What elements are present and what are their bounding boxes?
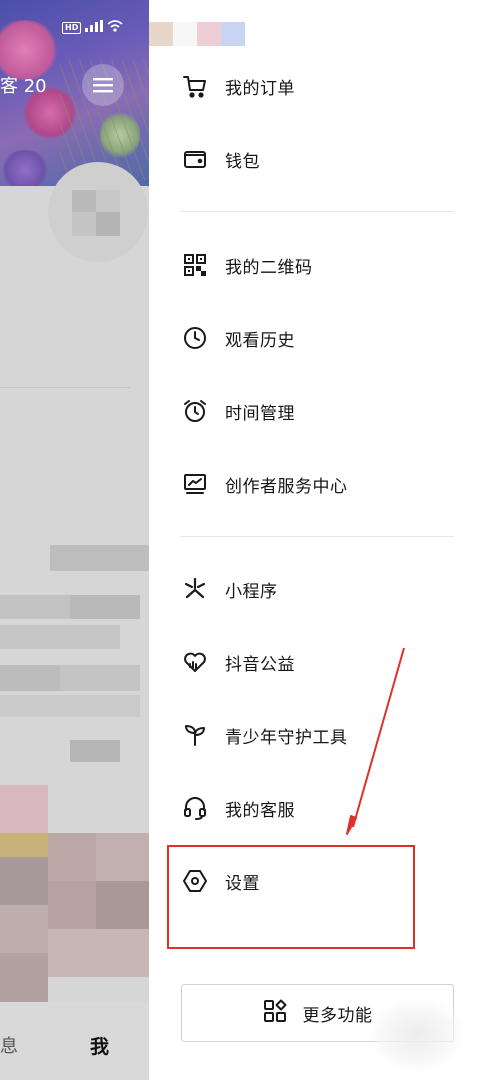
mini-program-icon: [181, 575, 209, 603]
pixelated-content-area: [0, 545, 150, 1005]
pixelated-block: [72, 190, 96, 212]
menu-item-label: 创作者服务中心: [225, 476, 348, 497]
menu-item-label: 观看历史: [225, 330, 295, 351]
menu-item-qr-code[interactable]: 我的二维码: [181, 245, 461, 285]
flower-decoration: [0, 20, 60, 80]
menu-item-label: 小程序: [225, 581, 278, 602]
pixelated-block: [72, 212, 96, 236]
signal-icon: [85, 20, 104, 35]
status-bar-pixelated: [149, 22, 245, 46]
charity-heart-icon: [181, 648, 209, 676]
menu-item-youth-protection[interactable]: 青少年守护工具: [181, 715, 461, 755]
pixelated-block: [96, 190, 120, 212]
nav-messages[interactable]: 息: [0, 1032, 18, 1058]
menu-item-customer-service[interactable]: 我的客服: [181, 788, 461, 828]
menu-item-watch-history[interactable]: 观看历史: [181, 318, 461, 358]
qr-code-icon: [181, 251, 209, 279]
annotation-highlight-box: [167, 845, 415, 949]
menu-item-label: 抖音公益: [225, 654, 295, 675]
cart-icon: [181, 72, 209, 100]
menu-item-orders[interactable]: 我的订单: [181, 66, 461, 106]
menu-item-label: 我的客服: [225, 800, 295, 821]
menu-item-label: 钱包: [225, 151, 260, 172]
more-functions-label: 更多功能: [302, 1005, 373, 1026]
bottom-navigation: 息 我: [0, 1002, 150, 1080]
more-functions-icon: [263, 999, 287, 1027]
wallet-icon: [181, 145, 209, 173]
menu-item-creator-center[interactable]: 创作者服务中心: [181, 464, 461, 504]
side-drawer-menu: 我的订单 钱包 我的二维码 观看历史 时间管理 创作者服务中心 小程序 抖音公益…: [149, 0, 486, 1080]
menu-divider: [180, 211, 454, 212]
headset-icon: [181, 794, 209, 822]
visitor-count: 客 20: [0, 76, 47, 97]
menu-item-label: 时间管理: [225, 403, 295, 424]
hamburger-menu-icon[interactable]: [82, 64, 124, 106]
watermark: [372, 1000, 462, 1070]
menu-item-wallet[interactable]: 钱包: [181, 139, 461, 179]
clock-icon: [181, 324, 209, 352]
menu-item-mini-programs[interactable]: 小程序: [181, 569, 461, 609]
menu-item-label: 我的订单: [225, 78, 295, 99]
menu-item-charity[interactable]: 抖音公益: [181, 642, 461, 682]
menu-item-label: 青少年守护工具: [225, 727, 348, 748]
menu-divider: [180, 536, 454, 537]
pixelated-block: [96, 212, 120, 236]
creator-chart-icon: [181, 470, 209, 498]
nav-me[interactable]: 我: [90, 1032, 109, 1059]
flower-decoration: [0, 150, 50, 186]
status-bar-icons: HD: [62, 20, 123, 35]
wifi-icon: [107, 20, 123, 35]
menu-item-time-management[interactable]: 时间管理: [181, 391, 461, 431]
alarm-clock-icon: [181, 397, 209, 425]
hd-icon: HD: [62, 21, 82, 34]
sprout-icon: [181, 721, 209, 749]
menu-item-label: 我的二维码: [225, 257, 313, 278]
divider: [0, 387, 130, 388]
